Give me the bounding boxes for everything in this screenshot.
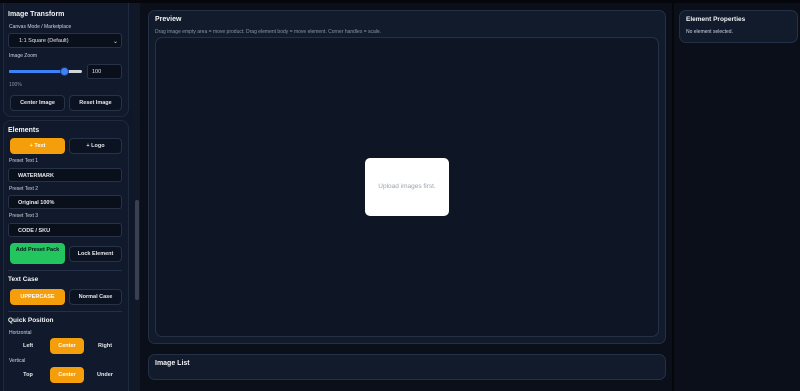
preset-text-2-input[interactable]: Original 100% [8,195,122,209]
normal-case-button[interactable]: Normal Case [69,289,122,305]
zoom-percent-text: 100% [9,82,22,88]
canvas-mode-value: 1:1 Square (Default) [19,38,69,44]
zoom-slider-handle[interactable] [59,67,69,76]
upload-placeholder: Upload images first. [365,158,449,216]
elements-title: Elements [8,127,40,134]
position-right-button[interactable]: Right [88,338,122,354]
horizontal-label: Horizontal [9,330,32,336]
section-divider [8,311,122,312]
no-element-selected-text: No element selected. [686,29,733,35]
image-list-panel [148,354,666,380]
zoom-slider[interactable] [9,67,82,76]
image-list-title: Image List [155,360,190,367]
sidebar: Image Transform Canvas Mode / Marketplac… [0,3,140,391]
position-under-button[interactable]: Under [88,367,122,383]
image-transform-title: Image Transform [8,11,65,18]
add-preset-pack-button[interactable]: Add Preset Pack [10,243,65,264]
lock-element-button[interactable]: Lock Element [69,246,122,262]
image-zoom-label: Image Zoom [9,53,38,59]
position-top-button[interactable]: Top [10,367,46,383]
uppercase-button[interactable]: UPPERCASE [10,289,65,305]
canvas-mode-label: Canvas Mode / Marketplace [9,24,72,30]
preset-text-1-label: Preset Text 1 [9,158,39,164]
zoom-value-input[interactable]: 100 [87,64,122,79]
chevron-down-icon: ⌄ [112,39,118,45]
preset-text-3-input[interactable]: CODE / SKU [8,223,122,237]
position-left-button[interactable]: Left [10,338,46,354]
zoom-slider-fill [9,70,64,73]
properties-sidebar [674,3,800,391]
preview-title: Preview [155,16,182,23]
element-properties-panel [679,10,798,43]
preset-text-1-input[interactable]: WATERMARK [8,168,122,182]
preset-text-2-label: Preset Text 2 [9,186,39,192]
position-center-vertical-button[interactable]: Center [50,367,84,383]
canvas-mode-select[interactable]: 1:1 Square (Default) ⌄ [8,33,122,48]
add-logo-button[interactable]: + Logo [69,138,122,154]
text-case-title: Text Case [8,276,39,283]
section-divider [8,270,122,271]
reset-image-button[interactable]: Reset Image [69,95,122,111]
sidebar-scrollbar-thumb[interactable] [135,200,139,300]
preview-hint: Drag image empty area = move product. Dr… [155,29,382,35]
add-text-button[interactable]: + Text [10,138,65,154]
position-center-horizontal-button[interactable]: Center [50,338,84,354]
preset-text-3-label: Preset Text 3 [9,213,39,219]
quick-position-title: Quick Position [8,317,54,324]
vertical-label: Vertical [9,358,26,364]
element-properties-title: Element Properties [686,16,746,23]
center-image-button[interactable]: Center Image [10,95,65,111]
